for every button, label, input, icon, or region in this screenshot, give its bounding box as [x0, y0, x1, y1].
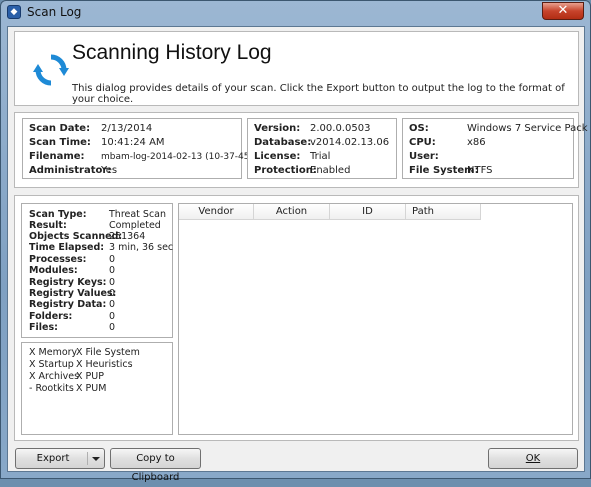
- app-icon: ◆: [7, 5, 21, 19]
- page-title: Scanning History Log: [72, 41, 272, 64]
- version-info-box: Version: 2.00.0.0503 Database: v2014.02.13…: [247, 118, 397, 179]
- dropdown-divider: [87, 452, 88, 465]
- dropdown-arrow-icon[interactable]: [92, 457, 100, 461]
- item-rootkits: - Rootkits: [29, 383, 74, 394]
- scan-info-box: Scan Date: 2/13/2014 Scan Time: 10:41:24 A…: [22, 118, 272, 179]
- item-archives: X Archives: [29, 371, 80, 382]
- system-info-box: OS: Windows 7 Service Pack 1 CPU: x86 User…: [402, 118, 591, 179]
- info-section: Scan Date: 2/13/2014 Scan Time: 10:41:24 A…: [14, 112, 591, 188]
- item-memory: X Memory: [29, 347, 78, 358]
- item-pup: X PUP: [76, 371, 104, 382]
- ok-button[interactable]: OK: [488, 448, 578, 469]
- column-header-vendor[interactable]: Vendor: [179, 204, 254, 220]
- export-button[interactable]: Export: [15, 448, 105, 469]
- column-header-path[interactable]: Path: [406, 204, 481, 220]
- scan-details-box: Scan Type: Threat Scan Result: Completed O…: [21, 203, 173, 338]
- refresh-icon: [33, 54, 69, 86]
- close-button[interactable]: ✕: [542, 2, 584, 20]
- item-startup: X Startup: [29, 359, 74, 370]
- threats-table[interactable]: Vendor Action ID Path: [178, 203, 573, 435]
- window-title: Scan Log: [27, 5, 82, 19]
- header-panel: Scanning History Log This dialog provide…: [14, 31, 579, 106]
- page-description: This dialog provides details of your sca…: [72, 83, 565, 105]
- scanned-items-box: X Memory X File System X Startup X Heuri…: [21, 342, 173, 435]
- dialog-client-area: Scanning History Log This dialog provide…: [7, 26, 591, 483]
- scan-log-window: ◆ Scan Log ✕ Scanning History Log This d…: [0, 0, 591, 483]
- column-header-id[interactable]: ID: [330, 204, 406, 220]
- export-label: Export: [36, 453, 70, 464]
- item-heuristics: X Heuristics: [76, 359, 133, 370]
- item-file-system: X File System: [76, 347, 140, 358]
- item-pum: X PUM: [76, 383, 107, 394]
- column-header-action[interactable]: Action: [254, 204, 330, 220]
- copy-to-clipboard-button[interactable]: Copy to Clipboard: [110, 448, 201, 483]
- close-icon: ✕: [557, 3, 569, 18]
- title-bar[interactable]: ◆ Scan Log ✕: [1, 1, 590, 25]
